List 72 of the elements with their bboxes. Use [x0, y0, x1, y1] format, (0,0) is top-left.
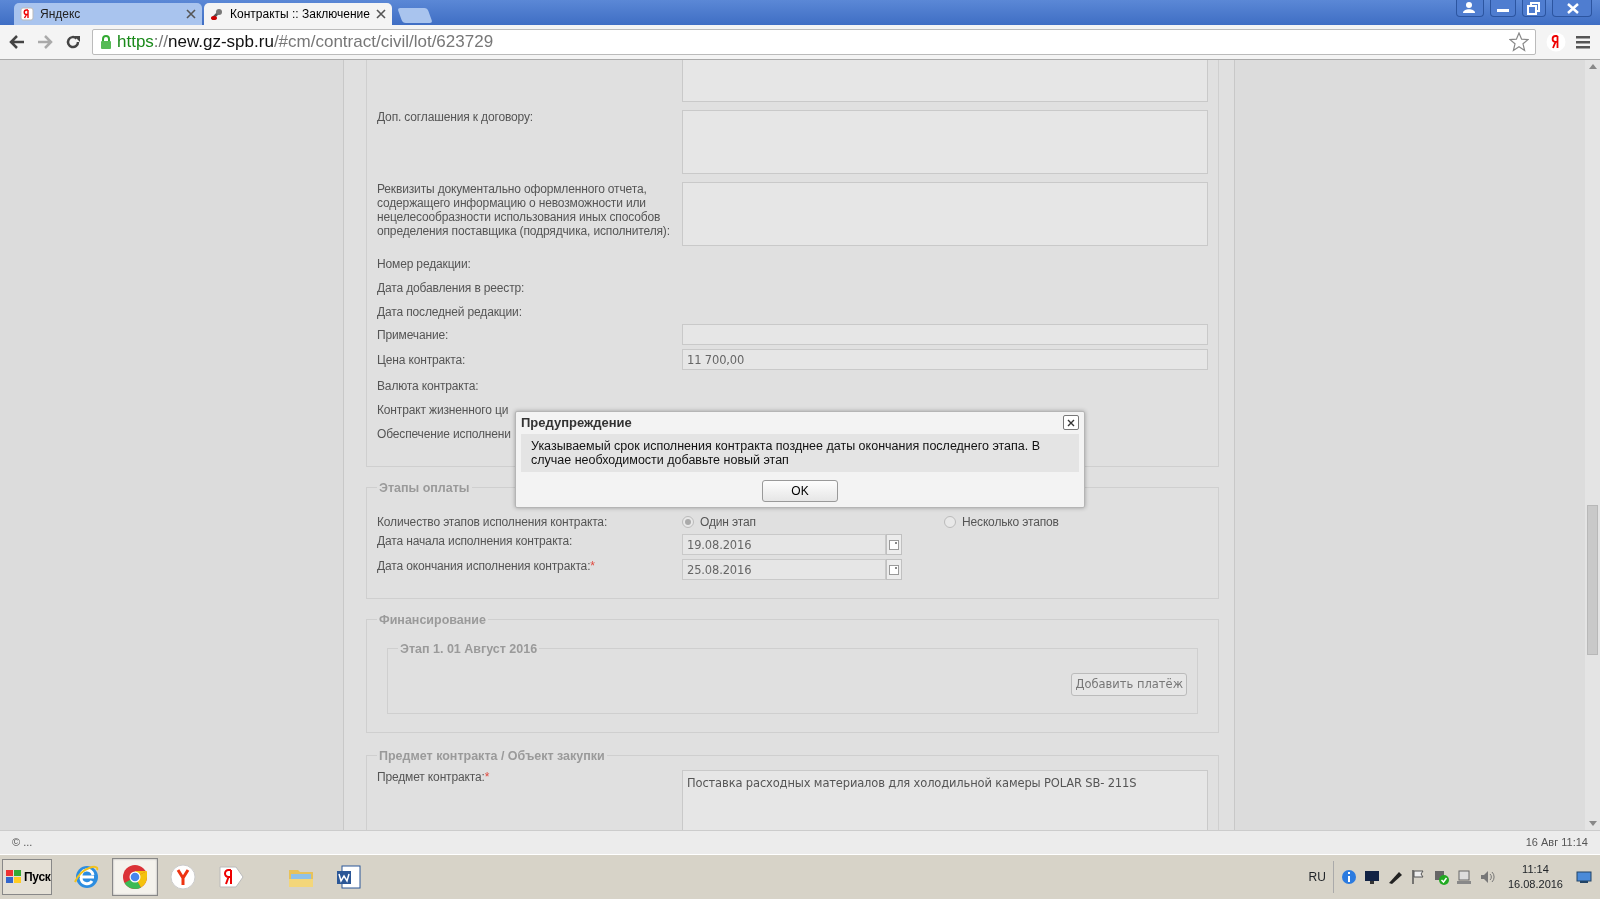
field-label: Дата начала исполнения контракта:: [377, 534, 574, 550]
calendar-icon[interactable]: [889, 564, 899, 575]
lock-icon: [99, 34, 113, 50]
document-w-icon[interactable]: [334, 862, 364, 892]
reload-icon[interactable]: [64, 33, 82, 51]
field-label: Доп. соглашения к договору:: [377, 110, 534, 126]
field-label: Дата окончания исполнения контракта:*: [377, 559, 596, 575]
info-icon[interactable]: [1340, 869, 1357, 885]
field-label: Цена контракта:: [377, 352, 467, 367]
calendar-icon[interactable]: [889, 539, 899, 550]
tab-title: Контракты :: Заключение: [230, 6, 370, 23]
section-legend: Предмет контракта / Объект закупки: [377, 747, 607, 766]
url-text: https://new.gz-spb.ru/#cm/contract/civil/lot/623729: [117, 31, 494, 54]
clock-date: 16.08.2016: [1507, 877, 1563, 892]
close-icon[interactable]: [376, 9, 386, 19]
field-label: Дата последней редакции:: [377, 305, 523, 319]
windows-logo-icon: [6, 870, 22, 884]
monitor-icon[interactable]: [1363, 869, 1380, 885]
status-text: © ...: [12, 835, 33, 851]
language-indicator[interactable]: RU: [1308, 868, 1326, 886]
close-icon: [1067, 418, 1075, 427]
start-button[interactable]: Пуск: [2, 859, 52, 895]
radio-button[interactable]: [944, 516, 956, 528]
ok-button[interactable]: OK: [762, 479, 838, 502]
forward-icon[interactable]: [36, 34, 54, 50]
y-logo-icon[interactable]: [168, 862, 198, 892]
text-field[interactable]: 11 700,00: [682, 349, 1208, 370]
date-field[interactable]: 19.08.2016: [682, 534, 886, 555]
field-label: Предмет контракта:*: [377, 770, 491, 786]
tools-icon: [210, 7, 224, 21]
text-area[interactable]: Поставка расходных материалов для холодильной камеры POLAR SB- 211S: [682, 770, 1208, 830]
back-icon[interactable]: [8, 34, 26, 50]
date-field[interactable]: 25.08.2016: [682, 559, 886, 580]
radio-button[interactable]: [682, 516, 694, 528]
field-label: Количество этапов исполнения контракта:: [377, 515, 609, 529]
address-bar[interactable]: https://new.gz-spb.ru/#cm/contract/civil/lot/623729: [92, 29, 1536, 55]
menu-icon[interactable]: [1576, 35, 1592, 49]
scroll-up-icon[interactable]: [1588, 64, 1597, 69]
scrollbar[interactable]: [1585, 60, 1600, 830]
radio-label[interactable]: Один этап: [700, 513, 756, 531]
field-label: Обеспечение исполнени: [377, 427, 512, 441]
clock-time: 11:14: [1521, 862, 1550, 877]
network-icon[interactable]: [1455, 869, 1472, 885]
field-label: Номер редакции:: [377, 257, 472, 271]
chrome-icon[interactable]: [120, 862, 150, 892]
field-label: Примечание:: [377, 327, 450, 342]
browser-tab[interactable]: Контракты :: Заключение: [204, 3, 392, 25]
close-icon[interactable]: [186, 9, 196, 19]
yandex-logo-icon[interactable]: [1546, 32, 1566, 52]
bookmark-star-icon[interactable]: [1509, 32, 1529, 52]
tab-title: Яндекс: [40, 6, 82, 23]
flag-icon[interactable]: [1409, 869, 1426, 885]
dialog-message: Указываемый срок исполнения контракта позднее даты окончания последнего этапа. В случае необходимости добавьте новый этап: [521, 433, 1079, 472]
speaker-icon[interactable]: [1478, 869, 1495, 885]
new-tab-button[interactable]: [397, 8, 433, 23]
status-date: 16 Авг 11:14: [1525, 835, 1588, 851]
add-payment-button[interactable]: Добавить платёж: [1071, 673, 1187, 697]
pen-icon[interactable]: [1386, 869, 1403, 885]
shield-check-icon[interactable]: [1432, 869, 1449, 885]
scroll-thumb[interactable]: [1587, 505, 1598, 655]
scroll-down-icon[interactable]: [1588, 821, 1597, 826]
text-field[interactable]: [682, 324, 1208, 345]
field-label: Контракт жизненного ци: [377, 403, 510, 417]
yandex-logo-icon: [20, 7, 34, 21]
browser-tab[interactable]: Яндекс: [14, 3, 202, 25]
show-desktop-icon[interactable]: [1576, 870, 1592, 884]
field-label: Валюта контракта:: [377, 379, 480, 393]
radio-label[interactable]: Несколько этапов: [962, 513, 1059, 531]
field-label: Дата добавления в реестр:: [377, 281, 526, 295]
dialog-title: Предупреждение: [521, 414, 632, 432]
field-label: Реквизиты документально оформленного отчета, содержащего информацию о невозможности или нецелесообразности использования иных способов определения поставщика (подрядчика, исполнителя):: [377, 182, 671, 240]
close-button[interactable]: [1063, 415, 1079, 431]
